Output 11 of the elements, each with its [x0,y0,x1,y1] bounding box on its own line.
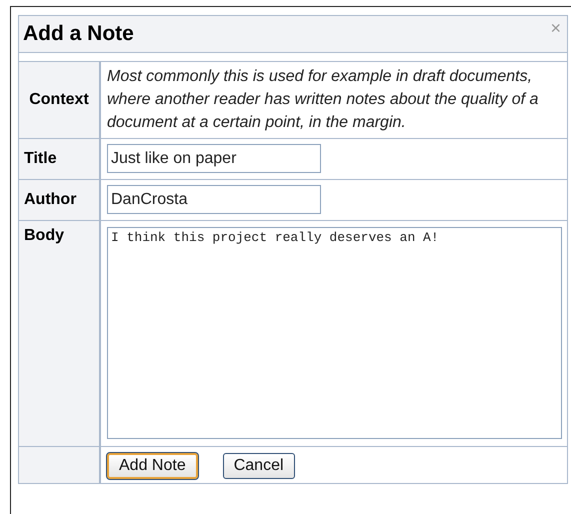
dialog-title: Add a Note [23,22,134,46]
text-field[interactable]: Just like on paper [107,144,321,173]
body-textarea[interactable]: I think this project really deserves an A! [107,227,562,439]
dialog-button[interactable]: Cancel [222,453,295,479]
text-field[interactable]: DanCrosta [107,185,321,214]
context-text: Most commonly this is used for example in draft documents, where another reader has written notes about the quality of a document at a certain point, in the margin. [107,67,540,133]
field-label: Title [24,150,57,168]
field-label: Author [24,191,76,209]
dialog-button[interactable]: Add Note [107,453,198,479]
field-label: Context [29,91,89,109]
field-label: Body [24,227,64,245]
